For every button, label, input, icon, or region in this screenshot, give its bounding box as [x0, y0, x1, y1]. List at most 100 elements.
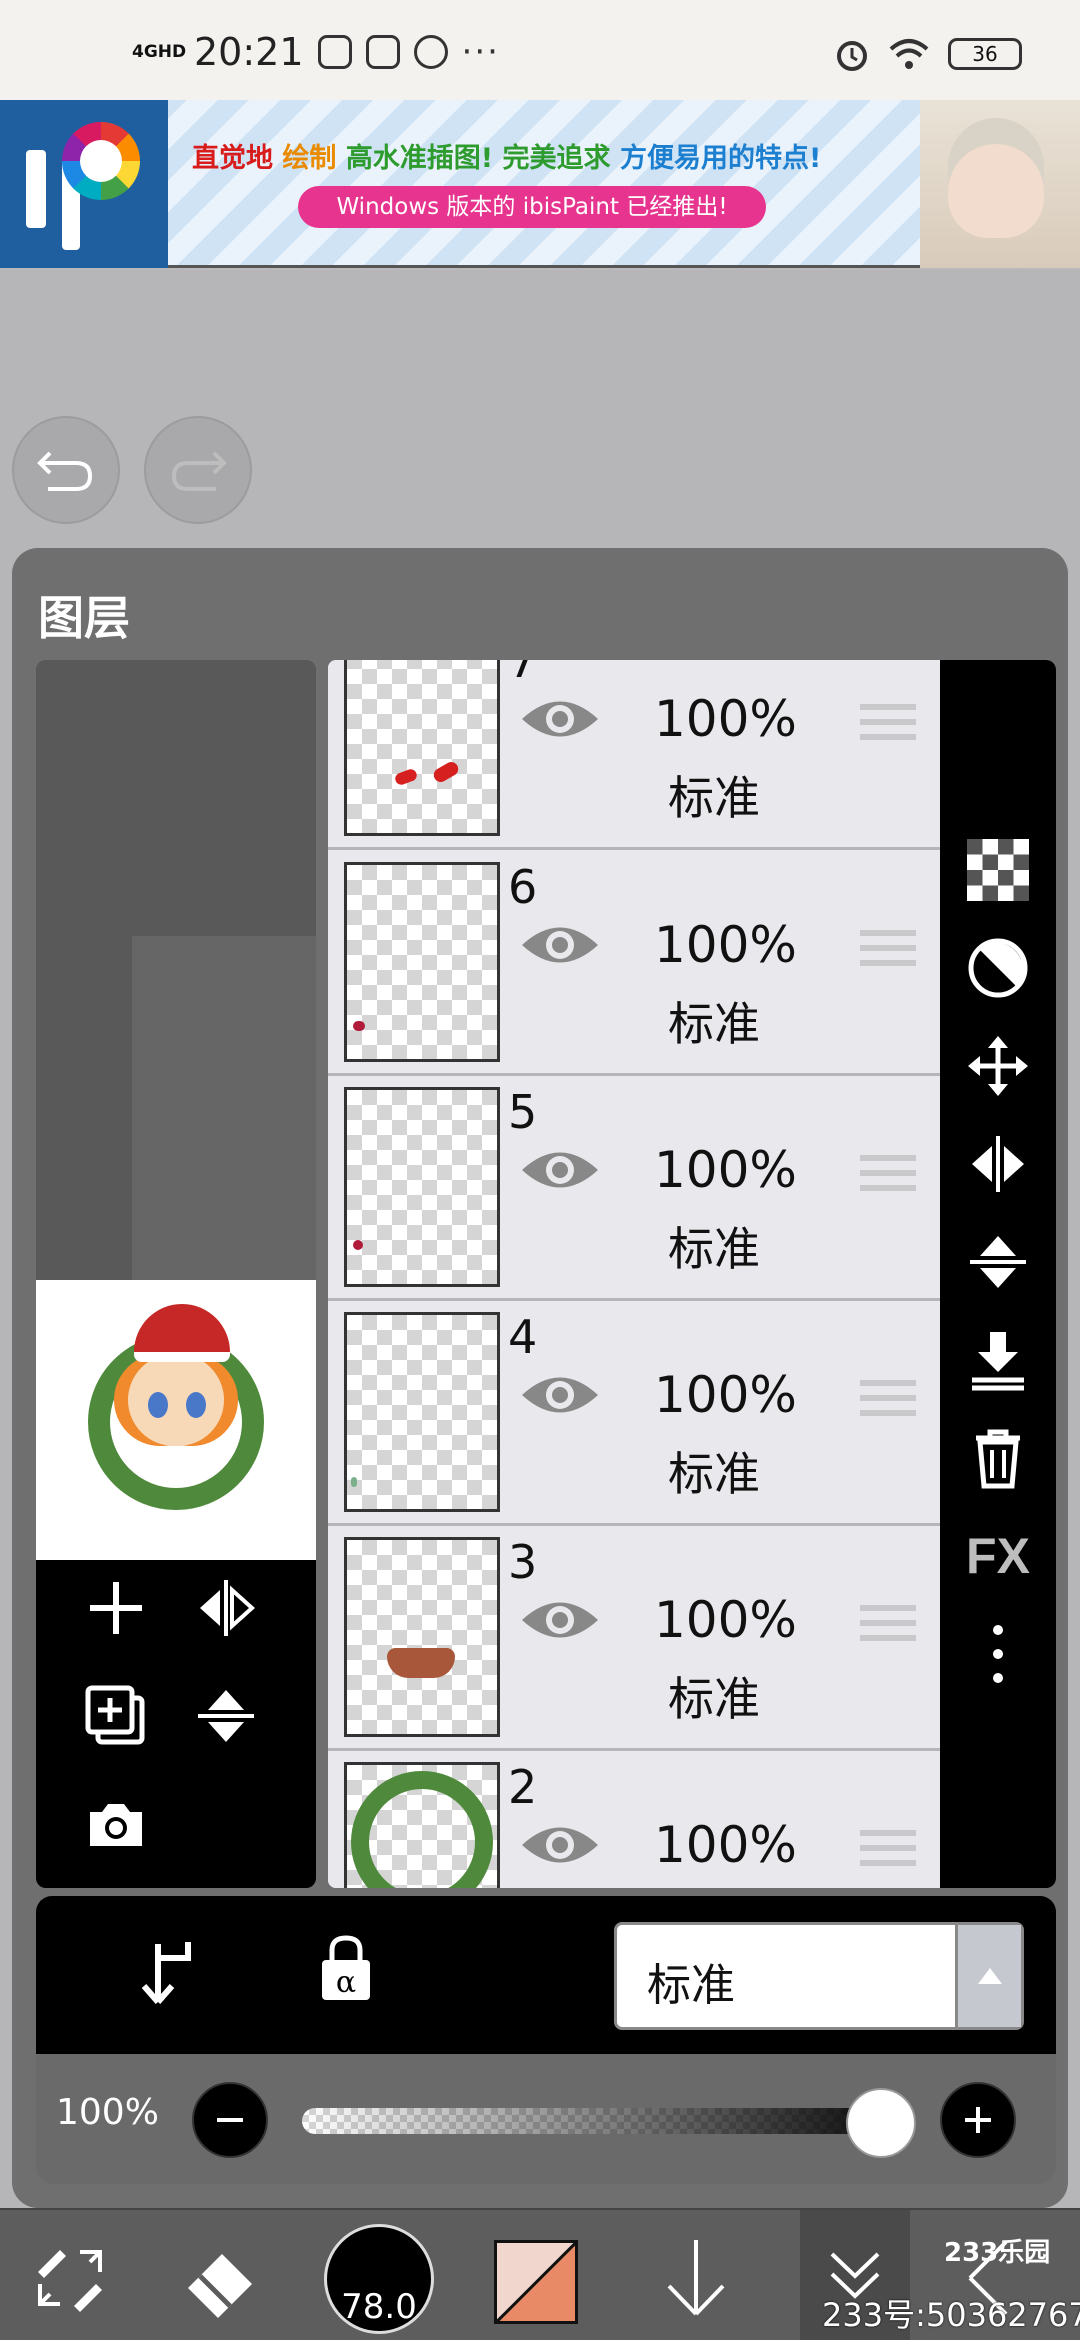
add-layer-button[interactable]: [78, 1570, 154, 1646]
clip-arrow-icon: [141, 1942, 191, 2004]
layer-blend-mode: 标准: [668, 997, 760, 1051]
layer-blend-mode: 标准: [668, 1672, 760, 1726]
flip-vertical-button[interactable]: [962, 1226, 1034, 1298]
clipping-button[interactable]: [962, 932, 1034, 1004]
blend-mode-select[interactable]: 标准: [614, 1922, 1024, 2030]
layer-blend-mode: 标准: [668, 771, 760, 825]
layer-opacity: 100%: [654, 1816, 797, 1874]
layer-list[interactable]: 7 100% 标准 6 100% 标准 5 100% 标准 4 100% 标准 …: [328, 660, 940, 1888]
layer-opacity: 100%: [654, 690, 797, 748]
layer-row[interactable]: 6 100% 标准: [328, 852, 940, 1076]
flip-vertical-icon: [198, 1690, 254, 1742]
transparent-background-button[interactable]: [962, 834, 1034, 906]
redo-icon: [171, 451, 227, 491]
eye-icon[interactable]: [520, 1820, 600, 1870]
dropdown-arrow-icon[interactable]: [955, 1925, 1021, 2027]
layer-opacity: 100%: [654, 916, 797, 974]
layer-number: 3: [508, 1535, 538, 1589]
tool-selection-button[interactable]: [20, 2228, 120, 2328]
flip-layer-vertical-button[interactable]: [188, 1678, 264, 1754]
wifi-icon: [889, 39, 929, 69]
layer-blend-mode: 标准: [668, 1222, 760, 1276]
layer-row[interactable]: 2 100% 标准: [328, 1752, 940, 1888]
banner-illustration: [920, 100, 1080, 268]
layer-number: 7: [508, 660, 538, 688]
eye-icon[interactable]: [520, 920, 600, 970]
plus-icon: [965, 2107, 991, 2133]
arrow-down-icon: [667, 2240, 725, 2316]
eye-icon[interactable]: [520, 1595, 600, 1645]
flip-vertical-icon: [970, 1236, 1026, 1288]
clipping-mask-button[interactable]: [136, 1936, 196, 2010]
alarm-icon: [837, 41, 867, 71]
decrease-opacity-button[interactable]: [192, 2082, 268, 2158]
layer-row[interactable]: 3 100% 标准: [328, 1527, 940, 1751]
brush-size-indicator[interactable]: 78.0: [324, 2224, 434, 2334]
layer-thumbnail: [344, 862, 500, 1062]
layer-number: 6: [508, 860, 538, 914]
layer-number: 2: [508, 1760, 538, 1814]
eye-icon[interactable]: [520, 1370, 600, 1420]
battery-indicator: 36: [948, 38, 1022, 70]
more-options-button[interactable]: [962, 1618, 1034, 1690]
layer-thumbnail: [344, 660, 500, 836]
watermark-text: 233号:50362767: [822, 2296, 1080, 2334]
layer-row[interactable]: 7 100% 标准: [328, 660, 940, 850]
flip-horizontal-button[interactable]: [962, 1128, 1034, 1200]
vertical-dots-icon: [993, 1625, 1003, 1683]
color-picker-button[interactable]: [494, 2240, 578, 2324]
brush-size-value: 78.0: [341, 2287, 417, 2327]
flip-layer-horizontal-button[interactable]: [188, 1570, 264, 1646]
clock: 20:21: [194, 30, 304, 74]
drag-handle-icon[interactable]: [860, 1830, 916, 1875]
layer-row[interactable]: 5 100% 标准: [328, 1077, 940, 1301]
layer-opacity: 100%: [654, 1141, 797, 1199]
increase-opacity-button[interactable]: [940, 2082, 1016, 2158]
eye-icon[interactable]: [520, 1145, 600, 1195]
drag-handle-icon[interactable]: [860, 704, 916, 749]
watermark-logo: 233乐园: [944, 2238, 1051, 2268]
half-circle-icon: [968, 938, 1028, 998]
ibispaint-logo: [0, 100, 168, 268]
drag-handle-icon[interactable]: [860, 1155, 916, 1200]
trash-icon: [976, 1429, 1020, 1489]
redo-button[interactable]: [144, 416, 252, 524]
opacity-label: 100%: [56, 2092, 159, 2133]
merge-down-button[interactable]: [962, 1324, 1034, 1396]
move-layer-button[interactable]: [962, 1030, 1034, 1102]
alpha-lock-button[interactable]: α: [316, 1932, 376, 2008]
layer-row[interactable]: 4 100% 标准: [328, 1302, 940, 1526]
undo-icon: [37, 451, 93, 491]
flip-horizontal-icon: [972, 1136, 1024, 1192]
layer-thumbnail: [344, 1537, 500, 1737]
layer-thumbnail: [344, 1312, 500, 1512]
duplicate-icon: [85, 1685, 145, 1745]
drag-handle-icon[interactable]: [860, 1380, 916, 1425]
layer-number: 5: [508, 1085, 538, 1139]
import-photo-button[interactable]: [78, 1786, 154, 1862]
opacity-slider-knob[interactable]: [846, 2088, 916, 2158]
delete-layer-button[interactable]: [962, 1422, 1034, 1494]
layer-opacity: 100%: [654, 1366, 797, 1424]
lock-alpha-icon: α: [322, 1935, 370, 2000]
app-notification-icon: [317, 35, 352, 69]
undo-button[interactable]: [12, 416, 120, 524]
drag-handle-icon[interactable]: [860, 930, 916, 975]
camera-icon: [90, 1804, 142, 1846]
banner-pill[interactable]: Windows 版本的 ibisPaint 已经推出!: [298, 186, 766, 228]
down-arrow-button[interactable]: [646, 2228, 746, 2328]
eye-icon[interactable]: [520, 694, 600, 744]
duplicate-layer-button[interactable]: [78, 1678, 154, 1754]
opacity-slider-track[interactable]: [302, 2108, 916, 2134]
eraser-button[interactable]: [172, 2228, 272, 2328]
blend-mode-value: 标准: [647, 1960, 735, 2011]
ad-banner[interactable]: 直觉地 绘制 高水准插图! 完美追求 方便易用的特点! Windows 版本的 …: [0, 100, 1080, 268]
weibo-icon: [413, 35, 448, 69]
layer-tools: FX: [940, 660, 1056, 1888]
layer-effects-button[interactable]: FX: [962, 1520, 1034, 1592]
panel-title: 图层: [38, 591, 130, 645]
canvas-thumbnail[interactable]: [36, 1280, 316, 1560]
svg-text:α: α: [336, 1965, 356, 2000]
drag-handle-icon[interactable]: [860, 1605, 916, 1650]
plus-icon: [90, 1582, 142, 1634]
